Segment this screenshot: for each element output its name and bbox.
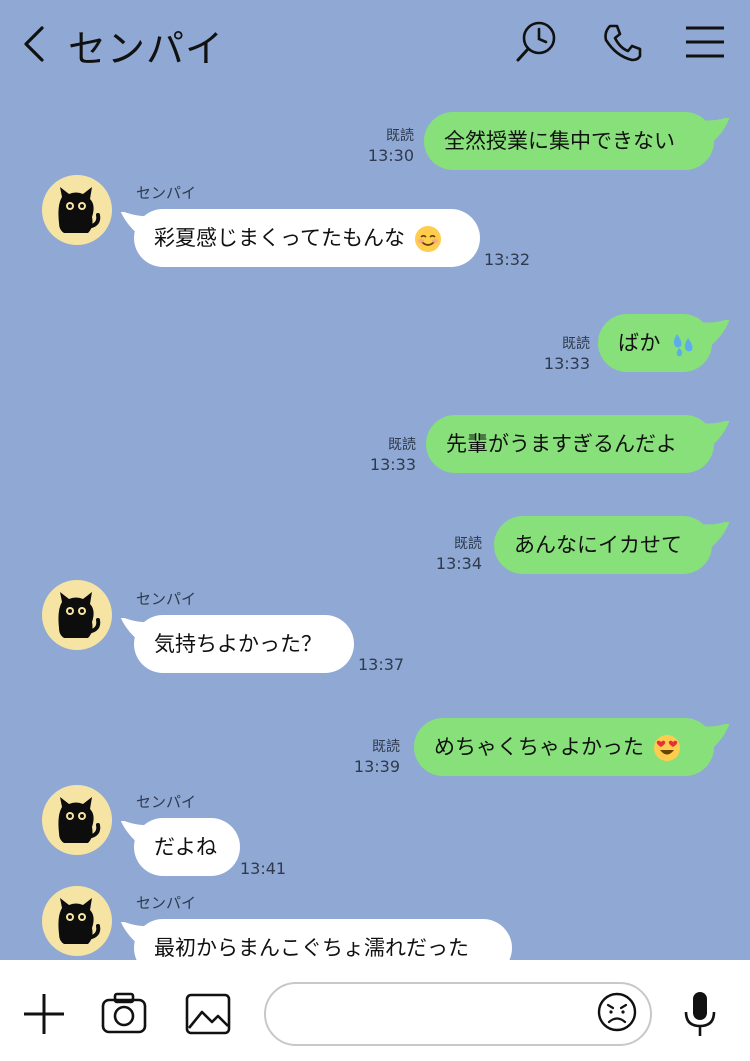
heart-eyes-icon: [653, 735, 680, 761]
phone-icon[interactable]: [598, 18, 646, 66]
message-bubble-received[interactable]: 気持ちよかった？: [134, 615, 354, 673]
bubble-tail: [696, 724, 730, 758]
message-text: 最初からまんこぐちょ濡れだった: [154, 936, 469, 960]
message-bubble-sent[interactable]: めちゃくちゃよかった: [414, 718, 714, 776]
sweat-droplets-icon: [673, 334, 693, 357]
message-bubble-sent[interactable]: あんなにイカせて: [494, 516, 712, 574]
message-time: 13:41: [240, 859, 287, 878]
message-bubble-sent[interactable]: 先輩がうますぎるんだよ: [426, 415, 714, 473]
bubble-tail: [696, 320, 730, 354]
black-cat-icon: [58, 898, 101, 944]
read-receipt: 既読: [386, 128, 414, 144]
message-text: 先輩がうますぎるんだよ: [446, 432, 677, 456]
sender-name: センパイ: [136, 590, 197, 608]
read-receipt: 既読: [562, 336, 590, 352]
avatar[interactable]: [42, 886, 112, 956]
message-meta: 既読 13:33: [370, 435, 416, 475]
menu-icon[interactable]: [682, 18, 730, 66]
black-cat-icon: [58, 187, 101, 233]
message-time: 13:32: [484, 250, 531, 269]
message-meta: 既読 13:33: [544, 334, 590, 374]
message-bubble-sent[interactable]: ばか: [598, 314, 712, 372]
message-bubble-sent[interactable]: 全然授業に集中できない: [424, 112, 714, 170]
sender-name: センパイ: [136, 184, 197, 202]
message-time: 13:33: [543, 354, 590, 373]
bubble-tail: [696, 118, 730, 152]
search-clock-icon[interactable]: [512, 18, 560, 66]
message-input[interactable]: [264, 982, 652, 1046]
message-text: 彩夏感じまくってたもんな: [154, 226, 405, 250]
smiling-face-icon: [414, 226, 441, 252]
message-meta: 既読 13:30: [368, 126, 414, 166]
message-time: 13:39: [353, 757, 400, 776]
microphone-icon[interactable]: [676, 990, 724, 1038]
message-bubble-received[interactable]: 最初からまんこぐちょ濡れだった: [134, 919, 512, 960]
chat-title: センパイ: [68, 27, 225, 71]
message-meta: 既読 13:34: [436, 534, 482, 574]
sender-name: センパイ: [136, 793, 197, 811]
bubble-tail: [696, 522, 730, 556]
read-receipt: 既読: [388, 437, 416, 453]
message-text: 全然授業に集中できない: [444, 129, 675, 153]
message-text: 気持ちよかった？: [154, 632, 322, 656]
message-text: めちゃくちゃよかった: [434, 735, 644, 759]
image-icon[interactable]: [184, 990, 232, 1038]
chat-header: センパイ: [0, 0, 750, 92]
camera-icon[interactable]: [100, 990, 148, 1038]
avatar[interactable]: [42, 175, 112, 245]
message-time: 13:30: [367, 146, 414, 165]
chevron-left-icon[interactable]: [14, 22, 54, 66]
sticker-face-icon[interactable]: [596, 990, 638, 1034]
message-time: 13:33: [369, 455, 416, 474]
plus-icon[interactable]: [20, 990, 68, 1038]
message-text: だよね: [154, 835, 217, 859]
avatar[interactable]: [42, 785, 112, 855]
black-cat-icon: [58, 797, 101, 843]
message-text: あんなにイカせて: [514, 533, 682, 557]
message-bubble-received[interactable]: だよね: [134, 818, 240, 876]
avatar[interactable]: [42, 580, 112, 650]
message-meta: 既読 13:39: [354, 737, 400, 777]
message-text: ばか: [618, 331, 661, 355]
bubble-tail: [696, 421, 730, 455]
message-time: 13:34: [435, 554, 482, 573]
read-receipt: 既読: [372, 739, 400, 755]
message-list[interactable]: 既読 13:30 全然授業に集中できない センパイ 彩夏感じまくってたもんな 1…: [0, 92, 750, 960]
black-cat-icon: [58, 592, 101, 638]
message-bubble-received[interactable]: 彩夏感じまくってたもんな: [134, 209, 480, 267]
input-bar: [0, 960, 750, 1061]
read-receipt: 既読: [454, 536, 482, 552]
sender-name: センパイ: [136, 894, 197, 912]
message-time: 13:37: [358, 655, 405, 674]
